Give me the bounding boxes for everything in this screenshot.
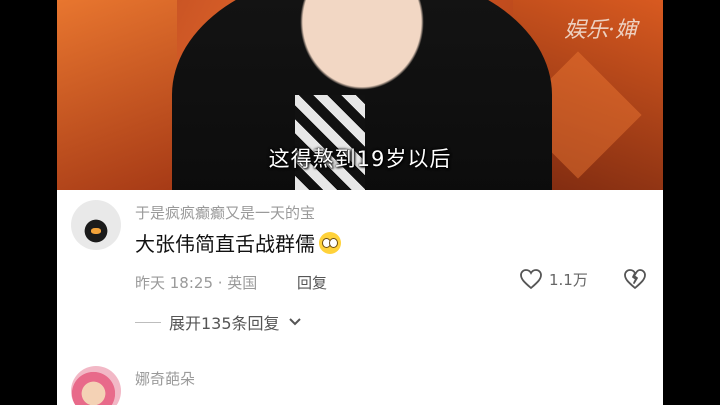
avatar[interactable] [71,200,121,250]
app-stage: 娱乐·婶 这得熬到19岁以后 于是疯疯癫癫又是一天的宝 大张伟简直舌战群儒 昨天… [57,0,663,405]
comment-time-location: 昨天 18:25 · 英国 [135,274,258,292]
heart-icon [520,269,542,290]
avatar[interactable] [71,366,121,405]
video-subtitle: 这得熬到19岁以后 [268,147,452,171]
comment-username[interactable]: 娜奇葩朵 [135,368,195,389]
divider-line [135,321,161,323]
comment-text-content: 大张伟简直舌战群儒 [135,232,315,256]
flushed-face-emoji-icon [319,232,341,254]
chevron-down-icon [288,318,301,326]
expand-replies-button[interactable]: 展开135条回复 [135,310,302,334]
dislike-button[interactable] [623,268,647,294]
broken-heart-icon [624,269,646,289]
reply-button[interactable]: 回复 [297,272,327,293]
like-button[interactable]: 1.1万 [519,268,588,290]
like-count: 1.1万 [549,270,588,289]
comment-username[interactable]: 于是疯疯癫癫又是一天的宝 [135,202,315,223]
channel-watermark: 娱乐·婶 [564,18,637,43]
video-player[interactable]: 娱乐·婶 这得熬到19岁以后 [57,0,663,190]
expand-replies-label: 展开135条回复 [169,314,280,333]
comment-text: 大张伟简直舌战群儒 [135,228,341,257]
